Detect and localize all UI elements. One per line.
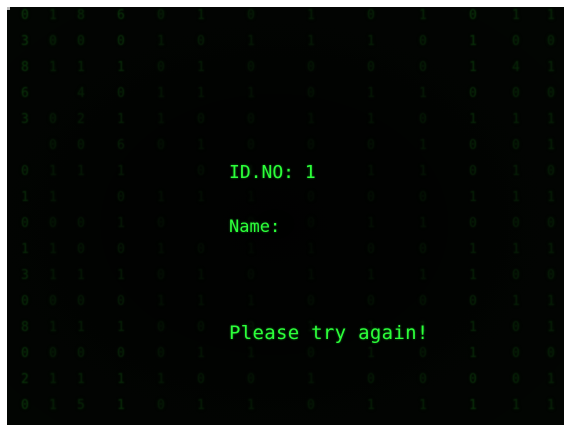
retry-message: Please try again! [229,322,429,344]
vignette-overlay [7,7,564,425]
id-label: ID.NO: [229,162,295,183]
id-value: 1 [304,162,316,183]
name-line: Name: [229,217,280,237]
terminal-screen: 0 3 8 6 3 0 1 0 1 3 0 8 0 2 0 1 0 1 0 0 … [7,7,564,425]
id-number-line: ID.NO: 1 [229,162,316,183]
name-label: Name: [229,217,281,237]
